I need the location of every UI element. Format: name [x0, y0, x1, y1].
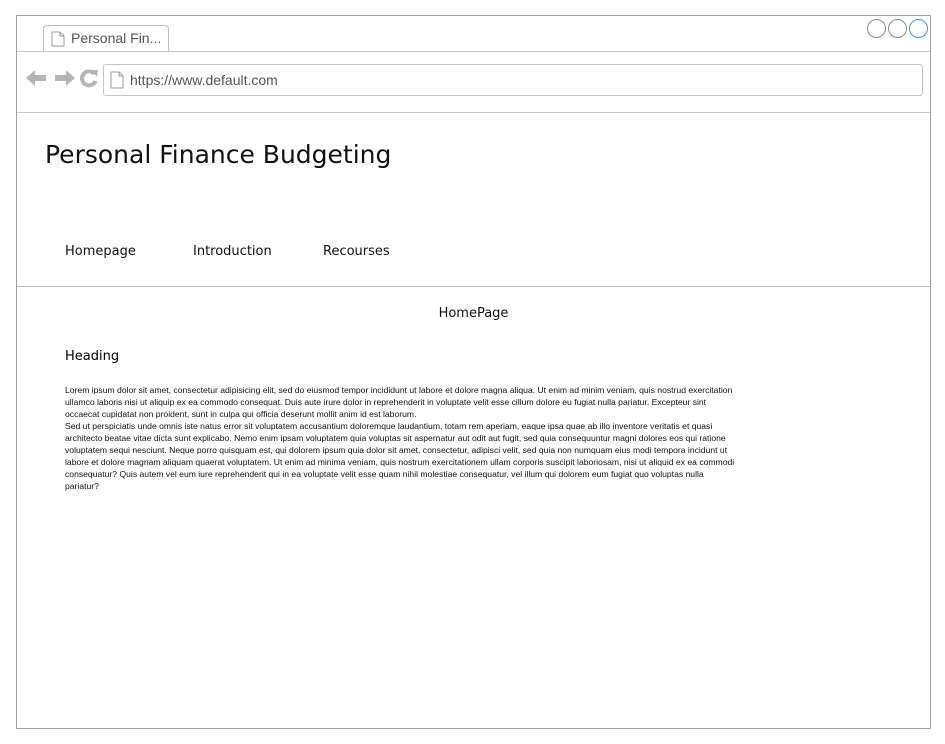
- site-title: Personal Finance Budgeting: [45, 140, 392, 169]
- url-bar[interactable]: [103, 64, 923, 96]
- header-divider: [17, 286, 930, 287]
- section-heading: Heading: [65, 349, 120, 364]
- reload-icon[interactable]: [79, 68, 99, 92]
- window-controls: [865, 19, 928, 38]
- maximize-button[interactable]: [888, 19, 907, 38]
- close-button[interactable]: [909, 19, 928, 38]
- nav-link-recourses[interactable]: Recourses: [323, 244, 390, 259]
- page-title: HomePage: [438, 306, 509, 321]
- paragraph: Lorem ipsum dolor sit amet, consectetur …: [65, 385, 733, 419]
- browser-tab[interactable]: Personal Fin...: [43, 25, 169, 51]
- nav-link-homepage[interactable]: Homepage: [65, 244, 136, 259]
- page-icon: [110, 71, 124, 93]
- address-bar-area: [17, 52, 930, 113]
- page-icon: [51, 31, 65, 51]
- tab-title: Personal Fin...: [71, 30, 162, 46]
- browser-window: Personal Fin... Personal Finance Budgeti…: [16, 15, 931, 729]
- url-input[interactable]: [130, 65, 910, 95]
- tab-bar: Personal Fin...: [17, 16, 930, 52]
- minimize-button[interactable]: [867, 19, 886, 38]
- paragraph: Sed ut perspiciatis unde omnis iste natu…: [65, 421, 735, 491]
- forward-arrow-icon[interactable]: [52, 68, 76, 92]
- nav-link-introduction[interactable]: Introduction: [193, 244, 272, 259]
- body-text: Lorem ipsum dolor sit amet, consectetur …: [65, 384, 737, 492]
- back-arrow-icon[interactable]: [25, 68, 49, 92]
